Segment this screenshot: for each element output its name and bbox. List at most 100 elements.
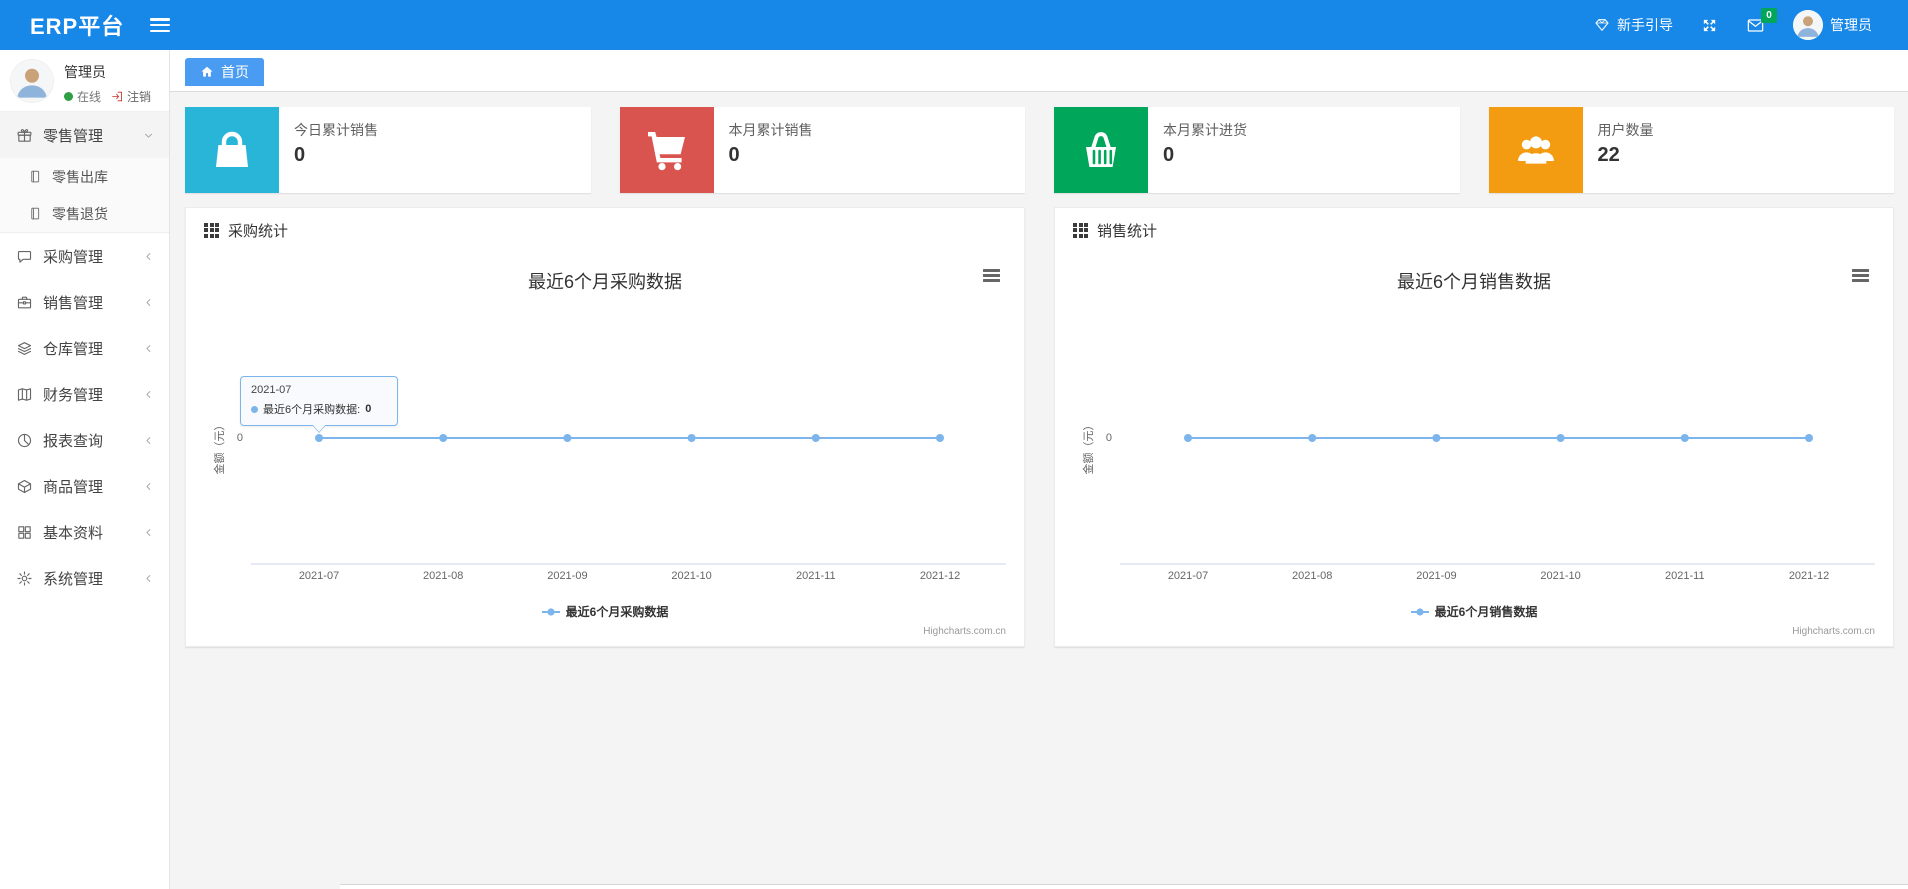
stat-card-value: 0 xyxy=(728,144,740,166)
x-axis-tick: 2021-07 xyxy=(1167,570,1209,582)
stat-card-month-sales: 本月累计销售 0 xyxy=(619,107,1025,193)
sidebar-item-label: 系统管理 xyxy=(43,570,104,588)
sidebar-item-label: 销售管理 xyxy=(43,294,104,312)
highcharts-credits[interactable]: Highcharts.com.cn xyxy=(1792,626,1875,637)
file-icon xyxy=(28,169,43,184)
chart-legend: 最近6个月销售数据 xyxy=(1055,603,1893,620)
legend-label: 最近6个月采购数据 xyxy=(565,605,669,619)
line-series[interactable] xyxy=(186,252,1024,646)
gift-icon xyxy=(16,127,33,144)
user-menu[interactable]: 管理员 xyxy=(1779,0,1886,50)
sidebar-subitem-retail-return[interactable]: 零售退货 xyxy=(0,195,169,232)
guide-label: 新手引导 xyxy=(1617,17,1673,33)
sidebar-item-goods-management[interactable]: 商品管理 xyxy=(0,463,169,509)
sidebar-username: 管理员 xyxy=(64,64,106,80)
navbar-username: 管理员 xyxy=(1830,17,1872,33)
layers-icon xyxy=(16,340,33,357)
sales-chart: 最近6个月销售数据 金额（元） 0 2021-07 2021-08 2021-09 2021… xyxy=(1055,252,1893,646)
tooltip-category: 2021-07 xyxy=(251,384,292,396)
book-icon xyxy=(16,386,33,403)
sidebar-item-warehouse-management[interactable]: 仓库管理 xyxy=(0,325,169,371)
logout-link[interactable]: 注销 xyxy=(111,88,151,105)
guide-button[interactable]: 新手引导 xyxy=(1580,0,1687,50)
x-axis-tick: 2021-11 xyxy=(796,570,836,582)
grid-th-icon xyxy=(204,222,219,238)
gear-icon xyxy=(16,570,33,587)
cube-icon xyxy=(16,478,33,495)
purchase-chart: 最近6个月采购数据 金额（元） 0 2021-07 2021-08 2021-09 2021… xyxy=(186,252,1024,646)
basket-icon xyxy=(1054,107,1148,193)
app-brand[interactable]: ERP平台 xyxy=(0,9,150,41)
top-navbar: ERP平台 新手引导 0 管理员 xyxy=(0,0,1908,50)
sidebar-item-retail-management[interactable]: 零售管理 xyxy=(0,112,169,158)
x-axis-tick: 2021-09 xyxy=(547,570,588,582)
x-axis-tick: 2021-08 xyxy=(423,570,464,582)
user-panel: 管理员 在线 注销 xyxy=(0,50,169,112)
sidebar-menu: 零售管理 零售出库 零售退货采购管理销售管理仓库管理财务管理报表查询商品管理基本资料… xyxy=(0,112,169,601)
chevron-left-icon xyxy=(142,480,155,493)
sidebar-item-label: 采购管理 xyxy=(43,248,104,266)
pie-chart-icon xyxy=(16,432,33,449)
line-series[interactable] xyxy=(1055,252,1893,646)
sidebar-item-label: 仓库管理 xyxy=(43,340,104,358)
stat-card-value: 22 xyxy=(1597,144,1620,166)
stat-card-today-sales: 今日累计销售 0 xyxy=(185,107,591,193)
shopping-cart-icon xyxy=(619,107,714,193)
tooltip-series-dot-icon xyxy=(251,405,258,413)
fullscreen-button[interactable] xyxy=(1687,0,1732,50)
panel-title: 采购统计 xyxy=(228,222,289,240)
messages-button[interactable]: 0 xyxy=(1732,0,1779,50)
sidebar-item-label: 报表查询 xyxy=(43,432,104,450)
avatar xyxy=(10,59,54,103)
purchase-stats-panel: 采购统计 最近6个月采购数据 金额（元） 0 2021-07 2021-08 2021-0… xyxy=(185,207,1025,647)
x-axis-tick: 2021-10 xyxy=(1540,570,1581,582)
stat-card-label: 用户数量 xyxy=(1597,122,1654,138)
sidebar-toggle-button[interactable] xyxy=(150,18,171,32)
x-axis-tick: 2021-10 xyxy=(671,570,712,582)
file-icon xyxy=(28,206,43,221)
chevron-left-icon xyxy=(142,526,155,539)
chevron-left-icon xyxy=(142,296,155,309)
stat-card-value: 0 xyxy=(1163,144,1175,166)
tab-home[interactable]: 首页 xyxy=(185,58,264,86)
sidebar-item-purchase-management[interactable]: 采购管理 xyxy=(0,233,169,279)
chevron-left-icon xyxy=(142,434,155,447)
stat-card-label: 本月累计销售 xyxy=(728,122,813,138)
panel-title: 销售统计 xyxy=(1097,222,1158,240)
avatar xyxy=(1793,10,1823,40)
gem-icon xyxy=(1594,17,1610,33)
legend-item[interactable]: 最近6个月采购数据 xyxy=(541,603,669,620)
message-count-badge: 0 xyxy=(1761,8,1777,23)
stat-cards-row: 今日累计销售 0 本月累计销售 0 本月累计进货 0 用户数量 22 xyxy=(185,107,1894,193)
grid-icon xyxy=(16,524,33,541)
sidebar-item-label: 商品管理 xyxy=(43,478,104,496)
briefcase-icon xyxy=(16,294,33,311)
sidebar-item-report-query[interactable]: 报表查询 xyxy=(0,417,169,463)
shopping-bag-icon xyxy=(185,107,279,193)
chart-tooltip: 2021-07 最近6个月采购数据: 0 xyxy=(240,376,398,433)
stat-card-value: 0 xyxy=(294,144,306,166)
sidebar: 管理员 在线 注销 零售管理 零售出库 零售退货采购管理销售管理仓库管理财务管理报表… xyxy=(0,50,170,889)
sidebar-item-finance-management[interactable]: 财务管理 xyxy=(0,371,169,417)
x-axis-tick: 2021-12 xyxy=(919,570,961,582)
x-axis-tick: 2021-09 xyxy=(1416,570,1457,582)
sidebar-subitem-retail-outbound[interactable]: 零售出库 xyxy=(0,158,169,195)
sidebar-item-basic-data[interactable]: 基本资料 xyxy=(0,509,169,555)
chevron-left-icon xyxy=(142,572,155,585)
x-axis-tick: 2021-12 xyxy=(1788,570,1830,582)
legend-item[interactable]: 最近6个月销售数据 xyxy=(1410,603,1538,620)
legend-label: 最近6个月销售数据 xyxy=(1434,605,1538,619)
stat-card-month-purchase: 本月累计进货 0 xyxy=(1054,107,1460,193)
chart-legend: 最近6个月采购数据 xyxy=(186,603,1024,620)
chevron-left-icon xyxy=(142,250,155,263)
sales-stats-panel: 销售统计 最近6个月销售数据 金额（元） 0 2021-07 2021-08 2021-0… xyxy=(1054,207,1894,647)
panel-header: 销售统计 xyxy=(1055,208,1893,252)
highcharts-credits[interactable]: Highcharts.com.cn xyxy=(923,626,1006,637)
sidebar-item-system-management[interactable]: 系统管理 xyxy=(0,555,169,601)
users-icon xyxy=(1488,107,1583,193)
expand-icon xyxy=(1701,17,1718,34)
chevron-down-icon xyxy=(142,129,155,142)
sign-out-icon xyxy=(111,90,124,103)
sidebar-item-label: 基本资料 xyxy=(43,524,104,542)
sidebar-item-sales-management[interactable]: 销售管理 xyxy=(0,279,169,325)
